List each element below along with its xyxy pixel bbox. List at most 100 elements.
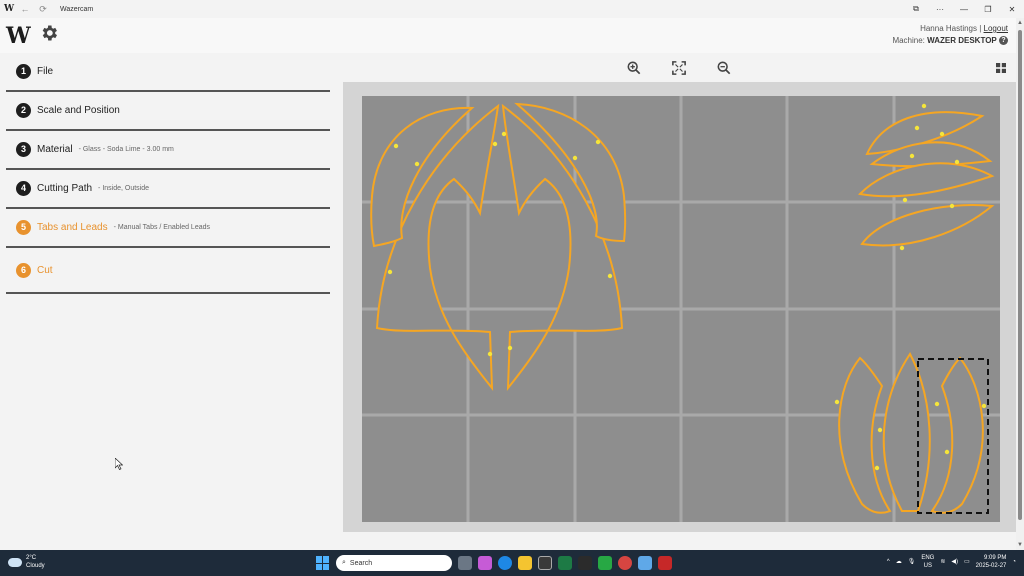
- scroll-down-icon[interactable]: ▼: [1016, 542, 1024, 548]
- tab-point: [902, 197, 908, 203]
- zoom-in-icon[interactable]: [627, 61, 641, 75]
- file-explorer-icon[interactable]: [518, 556, 532, 570]
- scrollbar-thumb[interactable]: [1018, 30, 1022, 520]
- user-name: Hanna Hastings: [920, 24, 977, 33]
- step-scale-position[interactable]: 2 Scale and Position: [6, 92, 330, 131]
- refresh-icon[interactable]: ⟳: [36, 4, 50, 15]
- canvas-toolbar: [343, 53, 1016, 81]
- spreadsheet-icon[interactable]: [598, 556, 612, 570]
- step-cut[interactable]: 6 Cut: [6, 248, 330, 294]
- tab-point: [501, 131, 507, 137]
- app-logo-icon: W: [4, 4, 15, 14]
- windows-taskbar: 2°C Cloudy ⌕ Search ^ ☁ 🎙 ENG US ≋ ◀) ▭: [0, 550, 1024, 576]
- microphone-icon[interactable]: 🎙: [908, 558, 916, 566]
- wifi-icon[interactable]: ≋: [940, 558, 945, 566]
- weather-widget[interactable]: 2°C Cloudy: [8, 554, 45, 570]
- vertical-scrollbar[interactable]: ▲ ▼: [1016, 18, 1024, 550]
- tab-point: [914, 125, 920, 131]
- mouse-cursor-icon: [115, 458, 123, 470]
- clock-date: 2025-02-27: [975, 563, 1007, 569]
- cutting-bed[interactable]: [362, 96, 1000, 522]
- step-label: Material: [37, 144, 73, 155]
- notepad-icon[interactable]: [638, 556, 652, 570]
- clock[interactable]: 9:09 PM 2025-02-27: [976, 554, 1007, 570]
- steps-sidebar: 1 File 2 Scale and Position 3 Material -…: [0, 53, 335, 550]
- more-icon[interactable]: ···: [928, 5, 952, 14]
- app-icon[interactable]: [578, 556, 592, 570]
- step-label: Scale and Position: [37, 105, 120, 116]
- logout-link[interactable]: Logout: [984, 24, 1008, 33]
- step-label: Cut: [37, 264, 53, 276]
- taskbar-apps: ⌕ Search: [316, 554, 672, 572]
- step-number: 1: [16, 64, 31, 79]
- window-controls: ⧉ ··· — ❐ ✕: [904, 0, 1024, 18]
- step-number: 3: [16, 142, 31, 157]
- minimize-button[interactable]: —: [952, 5, 976, 14]
- windows-start-icon[interactable]: [316, 556, 330, 570]
- tab-point: [934, 401, 940, 407]
- search-icon: ⌕: [342, 559, 346, 566]
- tab-point: [949, 203, 955, 209]
- weather-temp: 2°C: [26, 555, 37, 561]
- step-file[interactable]: 1 File: [6, 53, 330, 92]
- onedrive-icon[interactable]: ☁: [896, 558, 902, 566]
- step-detail: - Inside, Outside: [98, 185, 150, 192]
- tab-point: [492, 141, 498, 147]
- copilot-icon[interactable]: [478, 556, 492, 570]
- tab-point: [954, 159, 960, 165]
- language[interactable]: ENG: [921, 554, 934, 562]
- fit-to-screen-icon[interactable]: [672, 61, 686, 75]
- close-button[interactable]: ✕: [1000, 5, 1024, 14]
- weather-desc: Cloudy: [26, 563, 45, 569]
- tab-point: [387, 269, 393, 275]
- record-icon[interactable]: [618, 556, 632, 570]
- battery-icon[interactable]: ▭: [964, 558, 970, 566]
- system-tray: ^ ☁ 🎙 ENG US ≋ ◀) ▭ 9:09 PM 2025-02-27 ◔: [887, 554, 1016, 570]
- step-number: 6: [16, 262, 31, 278]
- app-header: W Hanna Hastings | Logout Machine: WAZER…: [0, 18, 1016, 53]
- step-cutting-path[interactable]: 4 Cutting Path - Inside, Outside: [6, 170, 330, 209]
- step-label: Tabs and Leads: [37, 222, 108, 233]
- volume-icon[interactable]: ◀): [951, 558, 958, 566]
- scroll-up-icon[interactable]: ▲: [1016, 20, 1024, 26]
- step-material[interactable]: 3 Material - Glass - Soda Lime - 3.00 mm: [6, 131, 330, 170]
- tab-point: [393, 143, 399, 149]
- tab-point: [909, 153, 915, 159]
- step-label: Cutting Path: [37, 183, 93, 194]
- user-box: Hanna Hastings | Logout Machine: WAZER D…: [892, 23, 1008, 47]
- step-number: 5: [16, 220, 31, 235]
- tab-point: [595, 139, 601, 145]
- help-icon[interactable]: ?: [999, 36, 1008, 46]
- tab-point: [487, 351, 493, 357]
- step-tabs-leads[interactable]: 5 Tabs and Leads - Manual Tabs / Enabled…: [6, 209, 330, 248]
- task-view-icon[interactable]: [458, 556, 472, 570]
- chevron-up-icon[interactable]: ^: [887, 558, 890, 566]
- title-bar: W ← ⟳ Wazercam ⧉ ··· — ❐ ✕: [0, 0, 1024, 18]
- machine-name: WAZER DESKTOP: [927, 36, 997, 45]
- back-arrow-icon[interactable]: ←: [18, 4, 32, 14]
- cast-icon[interactable]: ⧉: [904, 4, 928, 14]
- wazercam-taskbar-icon[interactable]: [538, 556, 552, 570]
- tab-point: [944, 449, 950, 455]
- tab-point: [572, 155, 578, 161]
- step-detail: - Manual Tabs / Enabled Leads: [113, 224, 211, 231]
- zoom-out-icon[interactable]: [717, 61, 731, 75]
- notification-icon[interactable]: ◔: [1012, 558, 1016, 566]
- cloud-icon: [8, 557, 22, 567]
- edge-icon[interactable]: [498, 556, 512, 570]
- excel-icon[interactable]: [558, 556, 572, 570]
- tab-point: [507, 345, 513, 351]
- window-title: Wazercam: [60, 5, 94, 13]
- acrobat-icon[interactable]: [658, 556, 672, 570]
- grid-view-icon[interactable]: [996, 63, 1006, 73]
- machine-label: Machine:: [892, 36, 928, 45]
- tab-point: [834, 399, 840, 405]
- tab-point: [877, 427, 883, 433]
- taskbar-search[interactable]: ⌕ Search: [336, 555, 452, 571]
- wazer-logo[interactable]: W: [6, 23, 31, 49]
- step-number: 2: [16, 103, 31, 118]
- gear-icon[interactable]: [39, 23, 59, 43]
- maximize-button[interactable]: ❐: [976, 5, 1000, 14]
- tab-point: [921, 103, 927, 109]
- tab-point: [899, 245, 905, 251]
